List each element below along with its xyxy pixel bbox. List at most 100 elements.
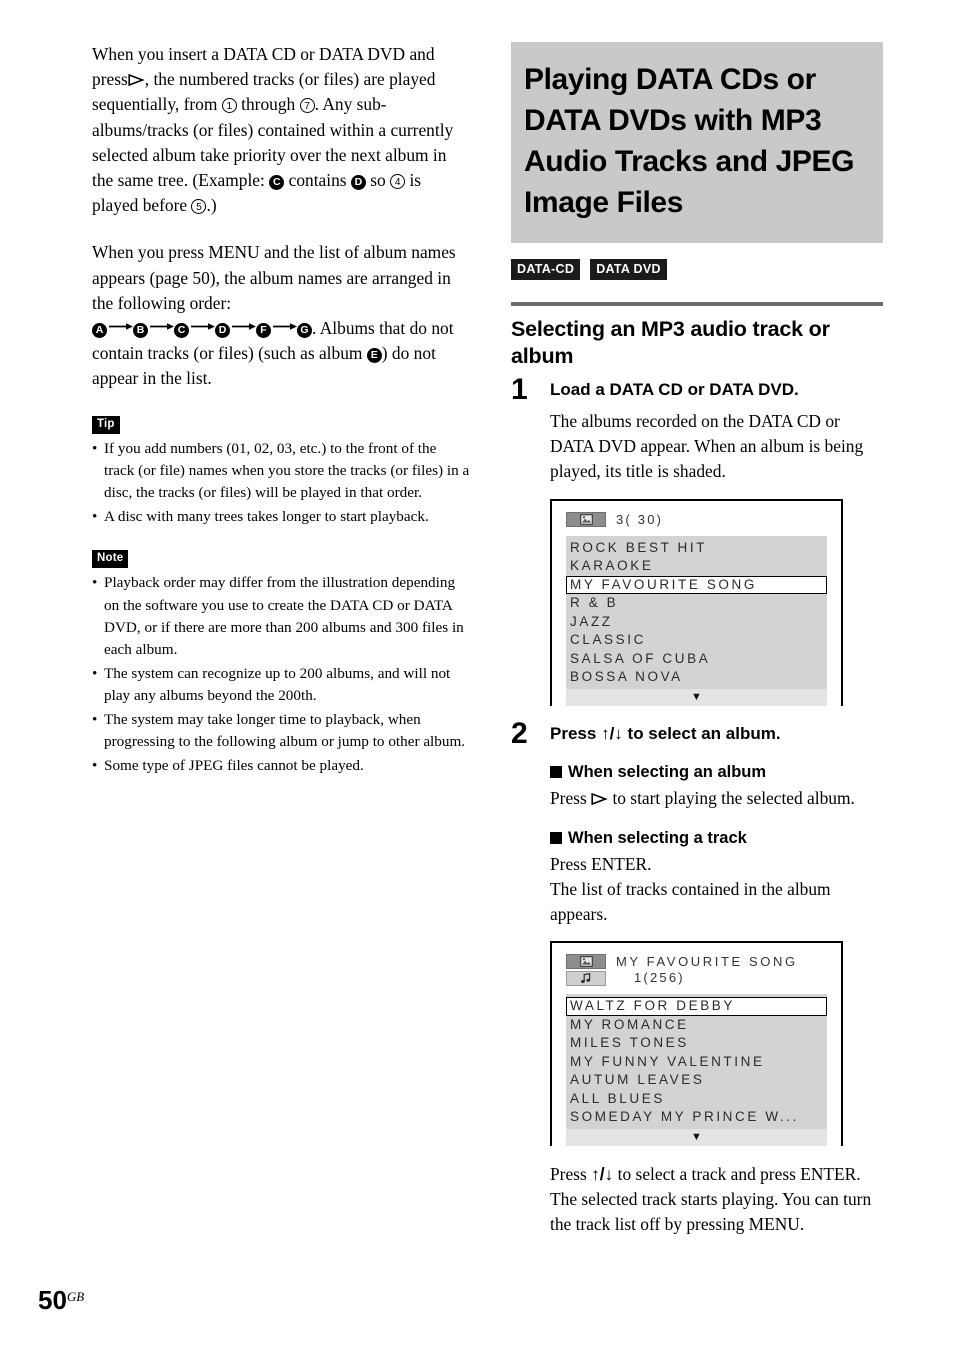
arrow-right-icon (107, 322, 133, 331)
step-number: 2 (511, 716, 528, 750)
scroll-down-icon[interactable]: ▼ (566, 1128, 827, 1146)
sub2-line-2: The list of tracks contained in the albu… (550, 879, 831, 925)
closing-instructions: Press ↑/↓ to select a track and press EN… (550, 1162, 883, 1238)
osd-header: 3( 30) (552, 511, 841, 528)
image-album-icon (566, 511, 606, 527)
step-1: 1 Load a DATA CD or DATA DVD. The albums… (511, 373, 883, 706)
album-marker-d: D (215, 323, 230, 339)
subheading-selecting-track: When selecting a track (550, 827, 883, 849)
album-marker-e: E (366, 348, 382, 364)
list-item: Some type of JPEG files cannot be played… (92, 755, 470, 778)
tip-block: Tip If you add numbers (01, 02, 03, etc.… (92, 414, 470, 529)
page-title: Playing DATA CDs or DATA DVDs with MP3 A… (524, 63, 855, 219)
list-item[interactable]: R & B (566, 594, 827, 613)
closing-line-2: The selected track starts playing. You c… (550, 1189, 872, 1235)
album-marker-c: C (269, 175, 285, 191)
osd-album-list: 3( 30) ROCK BEST HIT KARAOKE MY FAVOURIT… (550, 498, 843, 706)
closing-text-before: Press (550, 1163, 587, 1184)
list-item: If you add numbers (01, 02, 03, etc.) to… (92, 438, 470, 505)
arrow-right-icon (230, 322, 256, 331)
sub1-text-before: Press (550, 787, 587, 808)
list-item[interactable]: BOSSA NOVA (566, 668, 827, 687)
para1-text-8: .) (206, 195, 217, 216)
closing-text-after: to select a track and press ENTER. (617, 1163, 861, 1184)
status-badge-data-dvd: DATA DVD (590, 259, 667, 280)
step-title: Press ↑/↓ to select an album. (550, 722, 883, 745)
note-badge: Note (92, 550, 129, 569)
album-marker-a: A (92, 323, 107, 339)
list-item[interactable]: MY FUNNY VALENTINE (566, 1053, 827, 1072)
disc-type-badges: DATA-CD DATA DVD (511, 259, 883, 280)
list-item-selected[interactable]: WALTZ FOR DEBBY (566, 997, 827, 1016)
arrow-right-icon (189, 322, 215, 331)
osd-header: MY FAVOURITE SONG 1(256) (552, 954, 841, 987)
subheading-label: When selecting a track (568, 828, 747, 847)
page-number: 50GB (38, 1283, 84, 1314)
play-icon (591, 792, 608, 805)
para1-text-5: contains (288, 170, 347, 191)
list-item-selected[interactable]: MY FAVOURITE SONG (566, 575, 827, 595)
subsection-body-album: Press to start playing the selected albu… (550, 786, 883, 811)
play-icon (128, 74, 145, 87)
osd-track-list: MY FAVOURITE SONG 1(256) WALTZ FOR DEBBY… (550, 941, 843, 1146)
paragraph-playback-order: When you insert a DATA CD or DATA DVD an… (92, 42, 470, 218)
album-marker-b: B (133, 323, 148, 339)
list-item[interactable]: SALSA OF CUBA (566, 650, 827, 669)
page-region-suffix: GB (66, 1289, 85, 1304)
scroll-down-icon[interactable]: ▼ (566, 688, 827, 706)
album-marker-g: G (297, 323, 312, 339)
numbered-marker-5: 5 (191, 199, 207, 215)
subsection-body-track: Press ENTER. The list of tracks contained… (550, 852, 883, 928)
osd-icon-column (566, 511, 606, 527)
osd-header-text: 3( 30) (606, 512, 663, 528)
osd-header-text: MY FAVOURITE SONG 1(256) (606, 954, 798, 986)
page-number-value: 50 (38, 1285, 67, 1315)
sub1-text-after: to start playing the selected album. (612, 787, 855, 808)
document-page: When you insert a DATA CD or DATA DVD an… (0, 0, 954, 1352)
updown-keys-icon: ↑/↓ (601, 723, 623, 743)
osd-track-album-title: MY FAVOURITE SONG (616, 954, 798, 970)
list-item[interactable]: AUTUM LEAVES (566, 1071, 827, 1090)
list-item[interactable]: CLASSIC (566, 631, 827, 650)
list-item: The system can recognize up to 200 album… (92, 663, 470, 708)
left-column: When you insert a DATA CD or DATA DVD an… (92, 42, 470, 797)
list-item[interactable]: MY ROMANCE (566, 1016, 827, 1035)
para2-text-1: When you press MENU and the list of albu… (92, 242, 456, 313)
list-item[interactable]: JAZZ (566, 613, 827, 632)
step-title: Load a DATA CD or DATA DVD. (550, 380, 799, 399)
tip-badge: Tip (92, 415, 120, 434)
section-title: Selecting an MP3 audio track or album (511, 317, 830, 368)
right-column: Playing DATA CDs or DATA DVDs with MP3 A… (511, 42, 883, 1252)
arrow-right-icon (148, 322, 174, 331)
osd-icon-column (566, 954, 606, 987)
chapter-heading-box: Playing DATA CDs or DATA DVDs with MP3 A… (511, 42, 883, 243)
list-item[interactable]: ALL BLUES (566, 1090, 827, 1109)
subheading-label: When selecting an album (568, 762, 767, 781)
subheading-selecting-album: When selecting an album (550, 761, 883, 783)
album-marker-d: D (350, 175, 366, 191)
square-bullet-icon (550, 765, 562, 778)
step-body: The albums recorded on the DATA CD or DA… (550, 411, 864, 482)
section-divider (511, 302, 883, 306)
album-order-sequence: ABCDFG (92, 318, 312, 339)
list-item: Playback order may differ from the illus… (92, 572, 470, 662)
list-item[interactable]: MILES TONES (566, 1034, 827, 1053)
arrow-right-icon (271, 322, 297, 331)
list-item[interactable]: ROCK BEST HIT (566, 539, 827, 558)
osd-list: ROCK BEST HIT KARAOKE MY FAVOURITE SONG … (566, 535, 827, 706)
osd-album-count: 3( 30) (616, 511, 664, 527)
numbered-marker-7: 7 (299, 98, 315, 114)
step2-title-before: Press (550, 723, 597, 743)
list-item[interactable]: SOMEDAY MY PRINCE W... (566, 1108, 827, 1127)
osd-track-count: 1(256) (634, 970, 685, 986)
step2-title-after: to select an album. (627, 723, 781, 743)
numbered-marker-4: 4 (390, 174, 406, 190)
step-number: 1 (511, 373, 528, 406)
para1-text-6: so (370, 170, 386, 191)
square-bullet-icon (550, 831, 562, 844)
updown-keys-icon: ↑/↓ (591, 1163, 614, 1184)
list-item[interactable]: KARAOKE (566, 557, 827, 576)
album-marker-c: C (174, 323, 189, 339)
note-list: Playback order may differ from the illus… (92, 572, 470, 777)
note-block: Note Playback order may differ from the … (92, 548, 470, 777)
